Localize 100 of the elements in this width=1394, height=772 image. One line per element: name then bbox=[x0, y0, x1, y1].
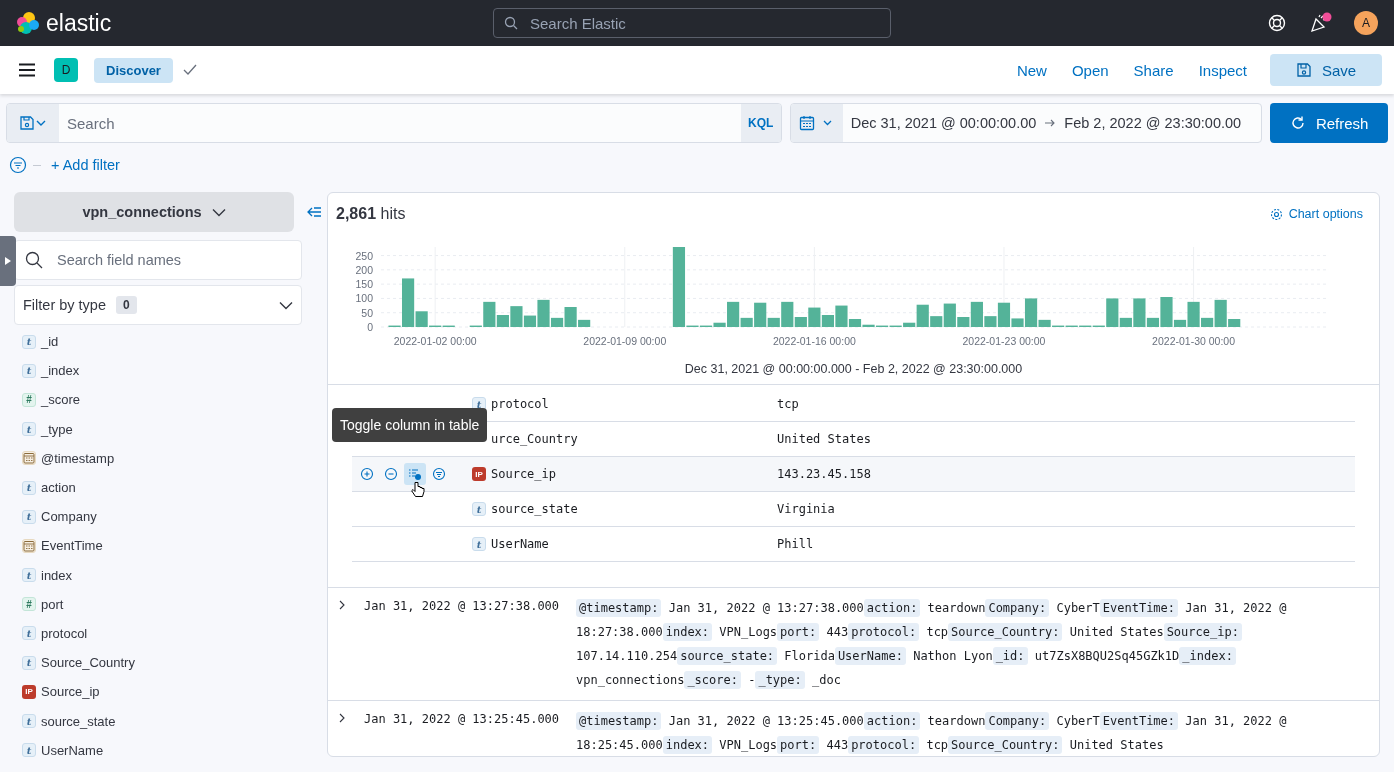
chart-options-link[interactable]: Chart options bbox=[1269, 207, 1363, 221]
start-date[interactable]: Dec 31, 2021 @ 00:00:00.00 bbox=[850, 115, 1037, 131]
histogram-bar[interactable] bbox=[903, 322, 916, 327]
field-search-input[interactable]: Search field names bbox=[55, 251, 291, 269]
y-tick-label: 50 bbox=[361, 306, 373, 319]
field-list-item[interactable]: IP Source_ip bbox=[22, 677, 302, 707]
histogram-bar[interactable] bbox=[402, 278, 415, 327]
user-avatar[interactable]: A bbox=[1354, 11, 1378, 35]
histogram-bar[interactable] bbox=[984, 316, 997, 327]
histogram-bar[interactable] bbox=[415, 311, 428, 327]
field-list-item[interactable]: t Source_Country bbox=[22, 648, 302, 678]
news-icon[interactable] bbox=[1308, 12, 1332, 34]
field-list-item[interactable]: t _type bbox=[22, 414, 302, 444]
histogram-bar[interactable] bbox=[794, 317, 807, 327]
zoom-out-icon[interactable] bbox=[384, 467, 398, 481]
histogram-bar[interactable] bbox=[578, 319, 591, 327]
menu-link[interactable]: Share bbox=[1133, 61, 1174, 79]
histogram-bar[interactable] bbox=[957, 317, 970, 327]
histogram-bar[interactable] bbox=[930, 316, 943, 327]
histogram-bar[interactable] bbox=[483, 301, 496, 327]
histogram-bar[interactable] bbox=[1106, 298, 1119, 327]
histogram-bar[interactable] bbox=[916, 304, 929, 327]
search-input[interactable]: Search Elastic bbox=[528, 13, 880, 33]
global-search-field[interactable]: Search Elastic bbox=[493, 8, 891, 38]
drawer-handle[interactable] bbox=[0, 236, 16, 286]
filter-icon[interactable] bbox=[9, 156, 27, 174]
menu-link[interactable]: Open bbox=[1071, 61, 1109, 79]
histogram-bar[interactable] bbox=[754, 302, 767, 327]
histogram-bar[interactable] bbox=[1119, 317, 1132, 327]
filter-icon[interactable] bbox=[432, 467, 446, 481]
histogram-bar[interactable] bbox=[1201, 317, 1214, 327]
query-bar[interactable]: Search KQL bbox=[6, 103, 782, 143]
histogram-bar[interactable] bbox=[1160, 297, 1173, 327]
y-tick-label: 200 bbox=[355, 263, 373, 276]
date-quick-menu-button[interactable] bbox=[790, 104, 843, 142]
histogram-bar[interactable] bbox=[862, 324, 875, 327]
end-date[interactable]: Feb 2, 2022 @ 23:30:00.00 bbox=[1064, 115, 1242, 131]
histogram-bar[interactable] bbox=[1173, 319, 1187, 327]
field-list-item[interactable]: # port bbox=[22, 589, 302, 619]
language-button[interactable]: KQL bbox=[740, 104, 781, 142]
histogram-bar[interactable] bbox=[1187, 301, 1200, 327]
histogram-bar[interactable] bbox=[767, 317, 780, 327]
field-search-field[interactable]: Search field names bbox=[14, 240, 302, 280]
menu-link[interactable]: New bbox=[1016, 61, 1047, 79]
save-button[interactable]: Save bbox=[1270, 54, 1382, 86]
histogram-bar[interactable] bbox=[848, 319, 862, 327]
histogram-bar[interactable] bbox=[943, 303, 956, 327]
histogram-bar[interactable] bbox=[1011, 318, 1024, 327]
expand-icon[interactable] bbox=[338, 713, 346, 723]
histogram-bar[interactable] bbox=[1214, 299, 1227, 327]
search-icon bbox=[25, 251, 43, 269]
menu-link[interactable]: Inspect bbox=[1198, 61, 1247, 79]
field-list-item[interactable]: t index bbox=[22, 560, 302, 590]
histogram-bar[interactable] bbox=[1146, 317, 1160, 327]
filter-by-type-button[interactable]: Filter by type 0 bbox=[14, 285, 302, 325]
field-value: 143.23.45.158 bbox=[777, 467, 871, 481]
histogram-bar[interactable] bbox=[970, 301, 983, 327]
histogram-bar[interactable] bbox=[510, 306, 523, 327]
string-type-icon: t bbox=[22, 655, 36, 670]
field-list-item[interactable]: @timestamp bbox=[22, 443, 302, 473]
saved-query-button[interactable] bbox=[7, 104, 59, 142]
histogram-bar[interactable] bbox=[537, 299, 550, 327]
menu-icon[interactable] bbox=[18, 63, 36, 77]
field-list-item[interactable]: t protocol bbox=[22, 618, 302, 649]
add-filter-link[interactable]: + Add filter bbox=[51, 157, 120, 173]
histogram-bar[interactable] bbox=[672, 247, 686, 327]
field-list-item[interactable]: EventTime bbox=[22, 531, 302, 561]
histogram-bar[interactable] bbox=[727, 301, 740, 327]
histogram-bar[interactable] bbox=[740, 317, 753, 327]
histogram-bar[interactable] bbox=[835, 305, 848, 327]
zoom-in-icon[interactable] bbox=[360, 467, 374, 481]
histogram-bar[interactable] bbox=[821, 315, 834, 327]
toggle-column-button[interactable] bbox=[404, 463, 426, 485]
histogram-bar[interactable] bbox=[550, 317, 564, 327]
histogram-bar[interactable] bbox=[496, 315, 509, 327]
tooltip: Toggle column in table bbox=[332, 408, 488, 442]
field-list-item[interactable]: t _id bbox=[22, 327, 302, 357]
histogram-bar[interactable] bbox=[781, 301, 794, 327]
field-list-item[interactable]: t UserName bbox=[22, 735, 302, 765]
field-list-item[interactable]: t source_state bbox=[22, 706, 302, 736]
breadcrumb[interactable]: Discover bbox=[94, 57, 173, 83]
histogram-bar[interactable] bbox=[1024, 298, 1038, 327]
histogram-bar[interactable] bbox=[997, 302, 1011, 327]
histogram-bar[interactable] bbox=[1038, 319, 1051, 327]
expand-icon[interactable] bbox=[338, 600, 346, 610]
space-avatar[interactable]: D bbox=[54, 58, 78, 82]
histogram-bar[interactable] bbox=[1228, 319, 1241, 327]
help-icon[interactable] bbox=[1268, 14, 1286, 32]
index-pattern-button[interactable]: vpn_connections bbox=[14, 192, 294, 232]
field-list-item[interactable]: t action bbox=[22, 472, 302, 503]
collapse-icon[interactable] bbox=[306, 206, 322, 218]
histogram-bar[interactable] bbox=[713, 322, 726, 327]
field-list-item[interactable]: t _index bbox=[22, 356, 302, 386]
histogram-bar[interactable] bbox=[1133, 298, 1146, 327]
histogram-bar[interactable] bbox=[523, 315, 537, 327]
field-list-item[interactable]: # _score bbox=[22, 385, 302, 415]
field-list-item[interactable]: t Company bbox=[22, 502, 302, 532]
refresh-button[interactable]: Refresh bbox=[1270, 103, 1388, 143]
histogram-bar[interactable] bbox=[808, 307, 821, 327]
histogram-bar[interactable] bbox=[564, 307, 577, 327]
